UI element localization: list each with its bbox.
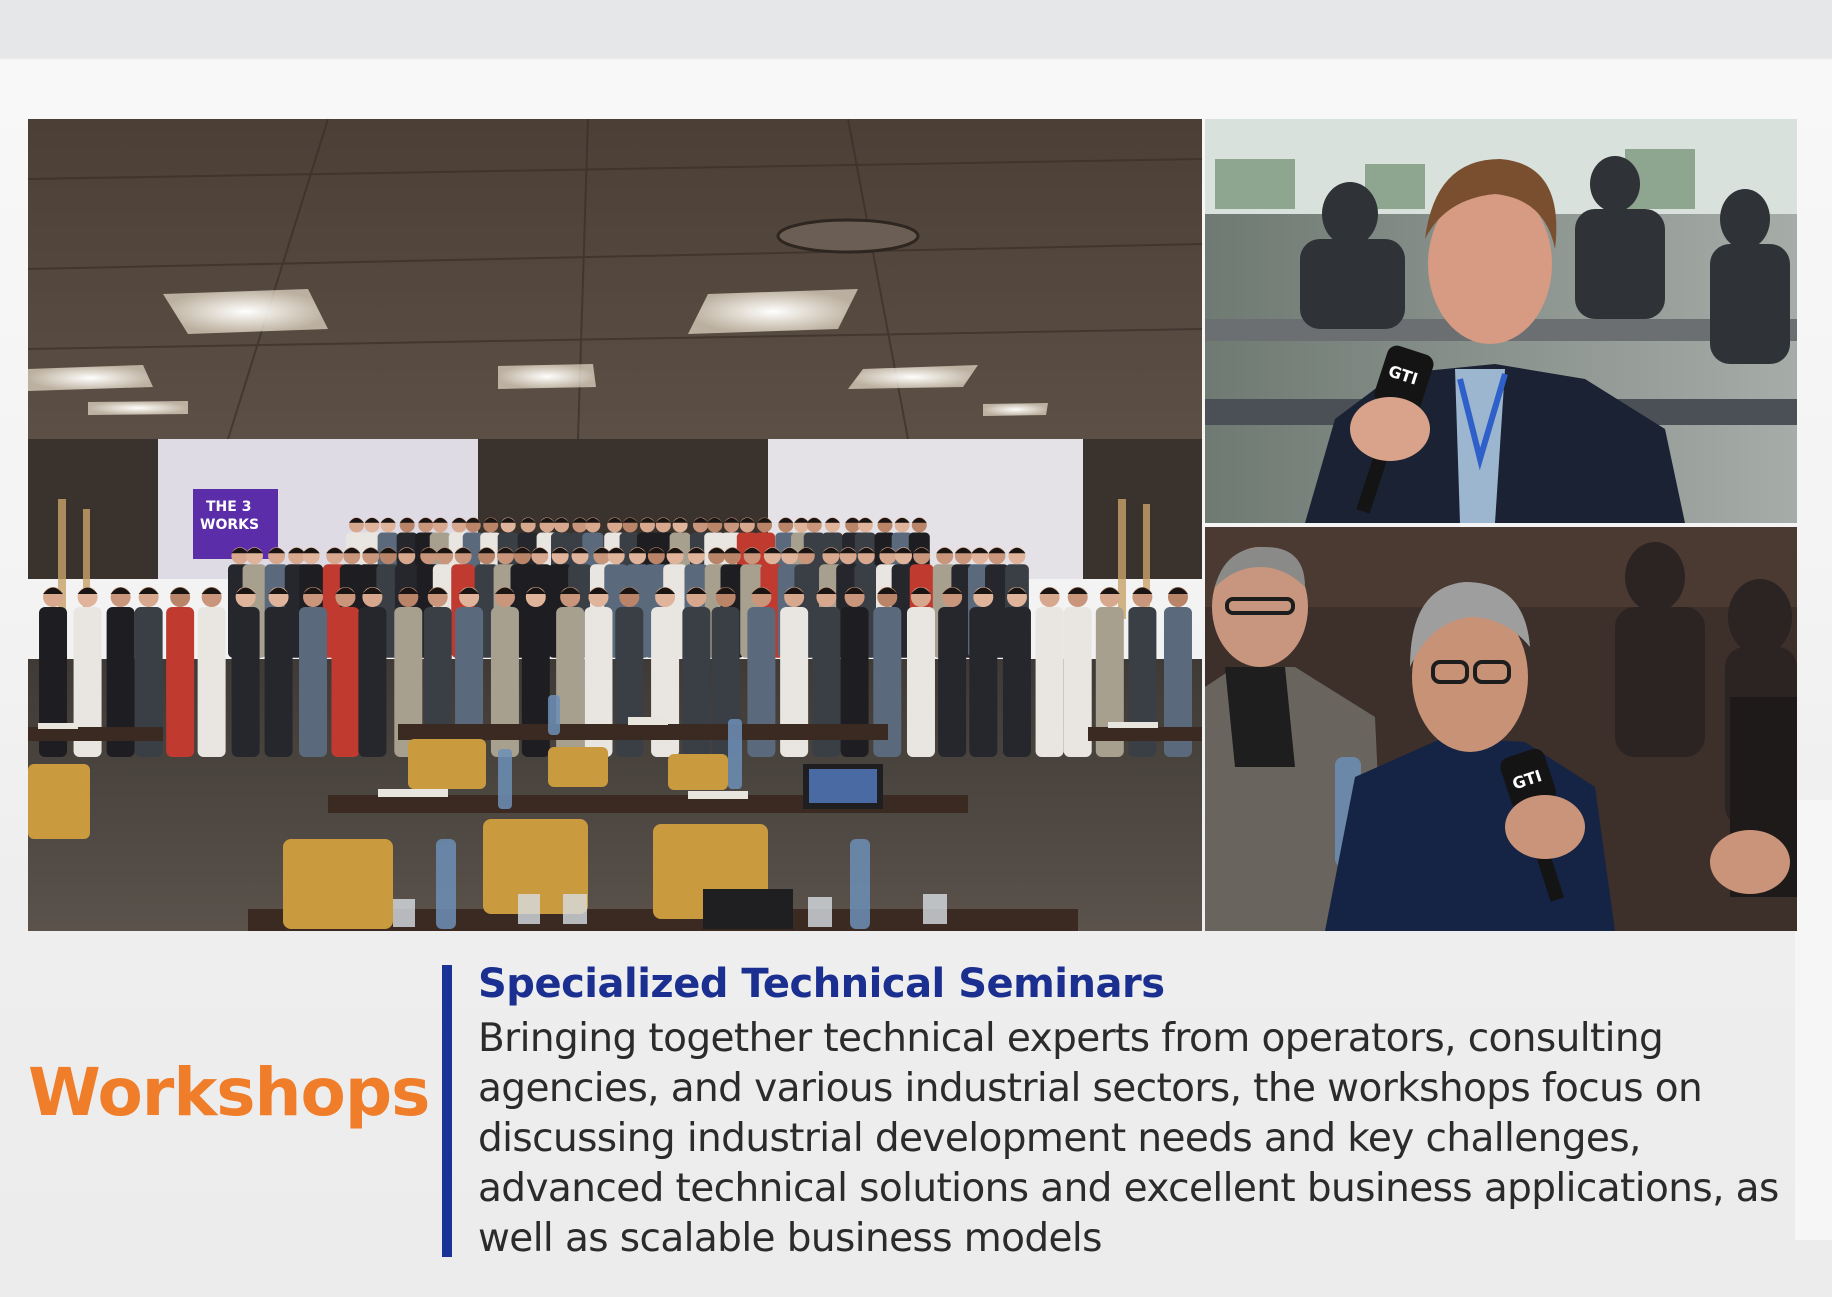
- crowd-person: [299, 607, 328, 757]
- crowd-hair: [1099, 587, 1120, 594]
- screen-text: THE 3: [206, 499, 251, 515]
- crowd-hair: [138, 587, 159, 594]
- crowd-person: [197, 607, 226, 757]
- section-body: Bringing together technical experts from…: [478, 1016, 1779, 1261]
- crowd-person: [969, 607, 998, 757]
- crowd-person: [166, 607, 195, 757]
- crowd-hair: [170, 587, 191, 594]
- speaker-photo-top: GTI: [1205, 119, 1797, 523]
- crowd-hair: [1067, 587, 1088, 594]
- crowd-person: [906, 607, 935, 757]
- crowd-person: [331, 607, 360, 757]
- crowd-person: [231, 607, 260, 757]
- crowd-person: [1002, 607, 1031, 757]
- crowd-person: [358, 607, 387, 757]
- crowd-person: [1063, 607, 1092, 757]
- group-photo: THE 3 WORKS: [28, 119, 1202, 931]
- crowd-person: [264, 607, 293, 757]
- crowd-person: [938, 607, 967, 757]
- section-title: Specialized Technical Seminars: [478, 961, 1165, 1007]
- crowd-person: [1035, 607, 1064, 757]
- divider-bar: [442, 965, 452, 1257]
- svg-text:WORKS: WORKS: [200, 517, 259, 533]
- crowd-hair: [1039, 587, 1060, 594]
- crowd-hair: [77, 587, 98, 594]
- top-band: [0, 0, 1832, 58]
- crowd-hair: [201, 587, 222, 594]
- section-label: Workshops: [28, 1054, 430, 1131]
- speaker-photo-bottom: GTI: [1205, 527, 1797, 931]
- side-band: [1795, 800, 1832, 1240]
- crowd-hair: [110, 587, 131, 594]
- crowd-hair: [1167, 587, 1188, 594]
